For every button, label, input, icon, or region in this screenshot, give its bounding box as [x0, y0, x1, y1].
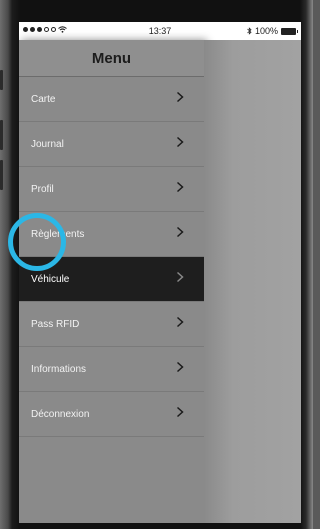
- menu-item-journal[interactable]: Journal: [19, 122, 204, 167]
- main-content-overlay[interactable]: [204, 40, 301, 523]
- menu-item-label: Profil: [31, 183, 54, 195]
- menu-item-label: Pass RFID: [31, 318, 80, 330]
- phone-frame: 13:37 100% Menu Carte Journal Profil Règ…: [0, 0, 313, 529]
- status-right: 100%: [247, 26, 298, 36]
- volume-up-button: [0, 120, 3, 150]
- menu-item-pass-rfid[interactable]: Pass RFID: [19, 302, 204, 347]
- menu-item-deconnexion[interactable]: Déconnexion: [19, 392, 204, 437]
- chevron-right-icon: [176, 271, 184, 283]
- menu-item-label: Véhicule: [31, 273, 70, 285]
- side-menu: Menu Carte Journal Profil Règlements Véh…: [19, 40, 204, 523]
- chevron-right-icon: [176, 226, 184, 238]
- chevron-right-icon: [176, 406, 184, 418]
- volume-down-button: [0, 160, 3, 190]
- chevron-right-icon: [176, 136, 184, 148]
- chevron-right-icon: [176, 91, 184, 103]
- chevron-right-icon: [176, 316, 184, 328]
- chevron-right-icon: [176, 181, 184, 193]
- battery-percent: 100%: [254, 26, 278, 36]
- chevron-right-icon: [176, 361, 184, 373]
- status-bar: 13:37 100%: [19, 22, 301, 40]
- menu-item-label: Informations: [31, 363, 87, 375]
- side-button: [0, 70, 3, 90]
- menu-item-informations[interactable]: Informations: [19, 347, 204, 392]
- bluetooth-icon: [247, 27, 252, 35]
- menu-item-profil[interactable]: Profil: [19, 167, 204, 212]
- menu-title: Menu: [19, 40, 204, 77]
- menu-item-label: Déconnexion: [31, 408, 90, 420]
- tap-highlight-ring: [8, 213, 66, 271]
- battery-icon: [281, 27, 298, 35]
- menu-item-label: Journal: [31, 138, 64, 150]
- menu-item-carte[interactable]: Carte: [19, 77, 204, 122]
- phone-screen: 13:37 100% Menu Carte Journal Profil Règ…: [19, 22, 301, 523]
- menu-item-label: Carte: [31, 93, 56, 105]
